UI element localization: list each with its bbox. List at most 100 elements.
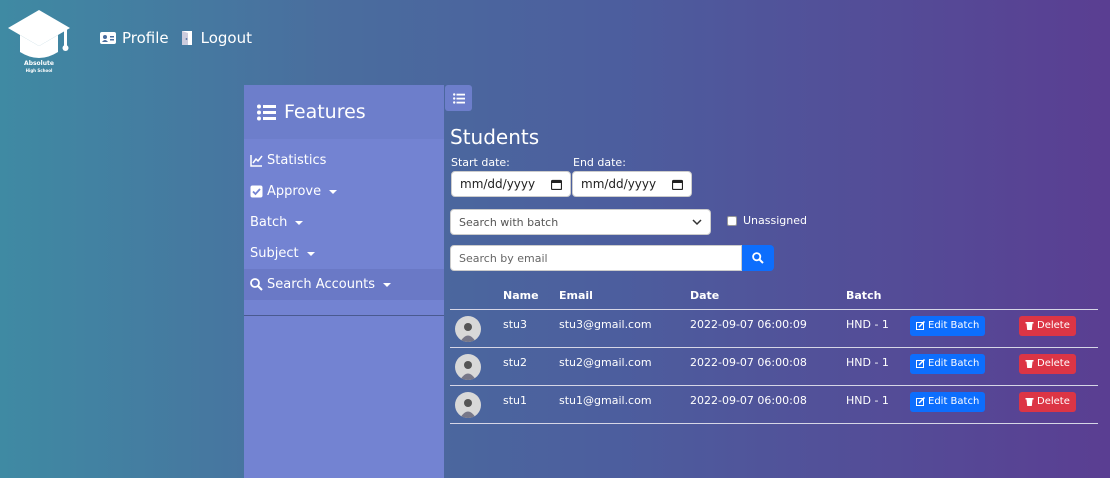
- cell-batch: HND - 1: [846, 347, 910, 386]
- edit-batch-label: Edit Batch: [928, 358, 980, 369]
- logo-line2: High School: [25, 68, 53, 73]
- edit-icon: [916, 359, 925, 368]
- start-date-value: mm/dd/yyyy: [460, 177, 536, 191]
- email-search-placeholder: Search by email: [459, 251, 548, 265]
- edit-batch-label: Edit Batch: [928, 320, 980, 331]
- sidebar-item-label: Batch: [250, 215, 288, 230]
- cell-name: stu1: [503, 385, 559, 424]
- trash-icon: [1025, 322, 1034, 330]
- sidebar-item-subject[interactable]: Subject: [244, 238, 444, 269]
- sidebar-item-statistics[interactable]: Statistics: [244, 145, 444, 176]
- check-square-icon: [250, 185, 263, 198]
- list-icon: [257, 104, 276, 120]
- logo-text: Absolute High School: [14, 60, 64, 74]
- cell-date: 2022-09-07 06:00:08: [690, 347, 846, 386]
- caret-down-icon: [383, 282, 392, 287]
- header-email: Email: [559, 283, 690, 310]
- top-nav: Profile Logout: [100, 29, 252, 47]
- unassigned-filter: Unassigned: [727, 214, 807, 227]
- table-row: stu1 stu1@gmail.com 2022-09-07 06:00:08 …: [450, 385, 1098, 424]
- search-icon: [250, 278, 263, 291]
- sidebar-item-label: Statistics: [267, 153, 327, 168]
- sidebar-item-label: Search Accounts: [267, 277, 376, 292]
- caret-down-icon: [295, 220, 304, 225]
- calendar-icon: [551, 179, 562, 190]
- trash-icon: [1025, 398, 1034, 406]
- email-search-input[interactable]: Search by email: [450, 245, 742, 271]
- table-row: stu3 stu3@gmail.com 2022-09-07 06:00:09 …: [450, 309, 1098, 348]
- table-row: stu2 stu2@gmail.com 2022-09-07 06:00:08 …: [450, 347, 1098, 386]
- chevron-down-icon: [692, 219, 702, 226]
- cell-name: stu2: [503, 347, 559, 386]
- unassigned-checkbox[interactable]: [727, 215, 737, 226]
- calendar-icon: [672, 179, 683, 190]
- end-date-input[interactable]: mm/dd/yyyy: [572, 171, 692, 197]
- logout-label: Logout: [200, 29, 252, 47]
- header-delete: [1019, 283, 1098, 310]
- sidebar-item-search-accounts[interactable]: Search Accounts: [244, 269, 444, 300]
- students-table: Name Email Date Batch stu3 stu3@gmail.co…: [450, 283, 1098, 424]
- edit-icon: [916, 397, 925, 406]
- header-name: Name: [503, 283, 559, 310]
- delete-label: Delete: [1037, 358, 1070, 369]
- user-avatar-icon: [460, 360, 476, 380]
- edit-batch-button[interactable]: Edit Batch: [910, 315, 986, 336]
- sidebar-item-label: Subject: [250, 246, 299, 261]
- edit-icon: [916, 321, 925, 330]
- edit-batch-button[interactable]: Edit Batch: [910, 353, 986, 374]
- search-button[interactable]: [742, 245, 774, 271]
- delete-button[interactable]: Delete: [1019, 391, 1076, 412]
- user-avatar-icon: [460, 322, 476, 342]
- delete-button[interactable]: Delete: [1019, 353, 1076, 374]
- sidebar-title: Features: [284, 101, 366, 123]
- door-open-icon: [181, 31, 192, 45]
- delete-label: Delete: [1037, 320, 1070, 331]
- profile-link[interactable]: Profile: [100, 29, 169, 47]
- edit-batch-button[interactable]: Edit Batch: [910, 391, 986, 412]
- delete-label: Delete: [1037, 396, 1070, 407]
- trash-icon: [1025, 360, 1034, 368]
- email-search-group: Search by email: [450, 245, 774, 271]
- edit-batch-label: Edit Batch: [928, 396, 980, 407]
- cell-email: stu3@gmail.com: [559, 309, 690, 348]
- page-title: Students: [450, 125, 540, 149]
- sidebar-menu: Statistics Approve Batch Subject Search …: [244, 145, 444, 300]
- search-icon: [752, 252, 764, 264]
- sidebar-toggle-button[interactable]: [445, 85, 472, 111]
- sidebar-item-label: Approve: [267, 184, 322, 199]
- delete-button[interactable]: Delete: [1019, 315, 1076, 336]
- caret-down-icon: [306, 251, 315, 256]
- profile-label: Profile: [122, 29, 169, 47]
- header-avatar: [450, 283, 503, 310]
- cell-email: stu1@gmail.com: [559, 385, 690, 424]
- logout-link[interactable]: Logout: [179, 29, 252, 47]
- batch-select[interactable]: Search with batch: [450, 209, 711, 235]
- sidebar-divider: [244, 315, 444, 316]
- chart-line-icon: [250, 155, 263, 167]
- avatar: [455, 391, 481, 418]
- user-avatar-icon: [460, 398, 476, 418]
- table-header-row: Name Email Date Batch: [450, 283, 1098, 310]
- cell-batch: HND - 1: [846, 309, 910, 348]
- sidebar-item-approve[interactable]: Approve: [244, 176, 444, 207]
- cell-email: stu2@gmail.com: [559, 347, 690, 386]
- start-date-label: Start date:: [451, 156, 510, 169]
- unassigned-label: Unassigned: [743, 214, 807, 227]
- avatar: [455, 353, 481, 380]
- cell-date: 2022-09-07 06:00:08: [690, 385, 846, 424]
- cell-date: 2022-09-07 06:00:09: [690, 309, 846, 348]
- id-card-icon: [100, 32, 116, 44]
- batch-select-value: Search with batch: [459, 215, 559, 229]
- cell-batch: HND - 1: [846, 385, 910, 424]
- list-icon: [452, 92, 465, 104]
- caret-down-icon: [329, 189, 338, 194]
- sidebar: Features Statistics Approve Batch Subjec…: [244, 85, 444, 478]
- header-batch: Batch: [846, 283, 910, 310]
- header-edit: [910, 283, 1019, 310]
- start-date-input[interactable]: mm/dd/yyyy: [451, 171, 571, 197]
- header-date: Date: [690, 283, 846, 310]
- end-date-label: End date:: [573, 156, 626, 169]
- logo-line1: Absolute: [24, 60, 54, 67]
- sidebar-item-batch[interactable]: Batch: [244, 207, 444, 238]
- end-date-value: mm/dd/yyyy: [581, 177, 657, 191]
